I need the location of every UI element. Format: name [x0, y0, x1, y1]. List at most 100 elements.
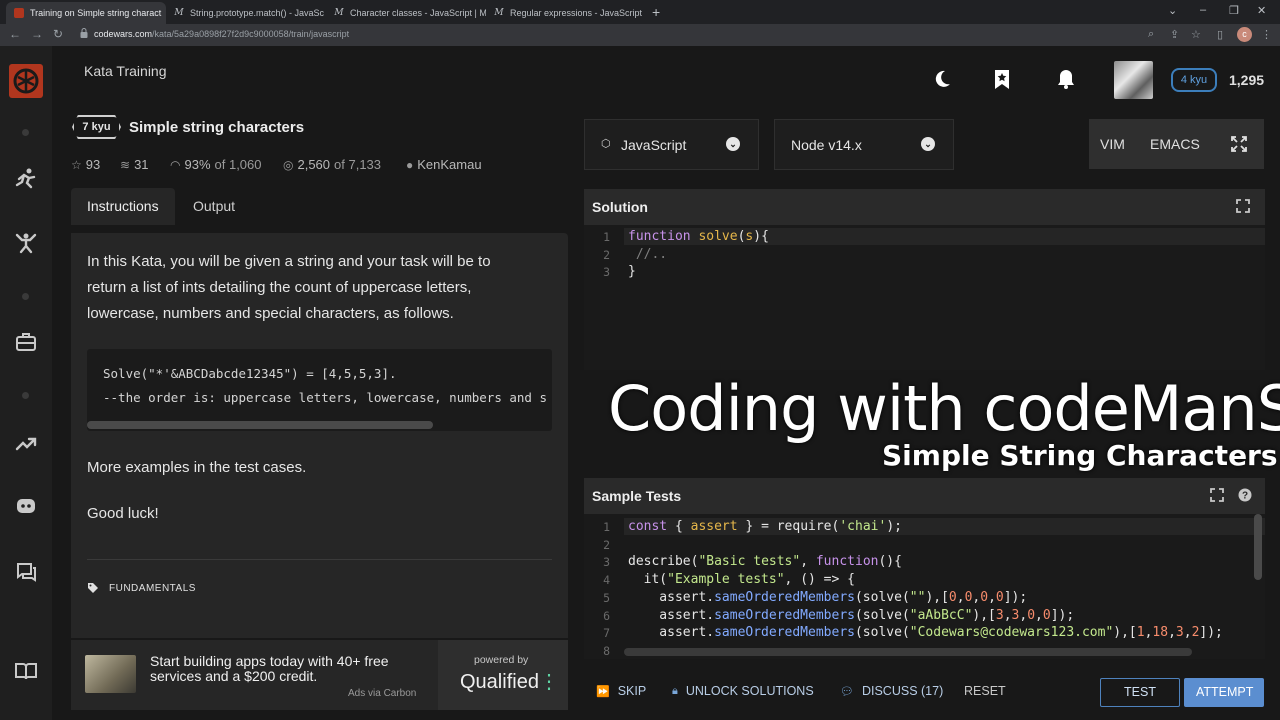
kata-stars[interactable]: ☆ 93: [71, 157, 100, 172]
new-tab-icon[interactable]: +: [652, 4, 660, 20]
solution-header: Solution: [584, 189, 1265, 225]
line-number: 5: [603, 591, 610, 605]
practice-icon[interactable]: [14, 231, 38, 255]
code-horizontal-scrollbar[interactable]: [87, 421, 433, 429]
help-icon[interactable]: ?: [1238, 488, 1252, 502]
unlock-solutions-button[interactable]: 🔒︎ UNLOCK SOLUTIONS: [672, 684, 814, 698]
qualified-sponsor[interactable]: powered by Qualified⋮: [438, 640, 568, 710]
description-line-1: In this Kata, you will be given a string…: [87, 253, 491, 270]
page-title: Kata Training: [84, 63, 167, 79]
sidebar-toggle-icon[interactable]: ▯: [1217, 28, 1223, 41]
reload-icon[interactable]: ↻: [53, 27, 63, 41]
brand-name: Qualified: [460, 671, 539, 693]
test-code-line-5: assert.sameOrderedMembers(solve(""),[0,0…: [628, 590, 1028, 605]
bookmarks-icon[interactable]: [991, 68, 1013, 90]
user-rank-badge[interactable]: 4 kyu: [1171, 68, 1217, 92]
reset-button[interactable]: RESET: [964, 684, 1006, 698]
url-domain: codewars.com: [94, 29, 153, 39]
tests-vertical-scrollbar[interactable]: [1254, 514, 1262, 580]
completed-count: 2,560: [297, 157, 331, 172]
expand-solution-icon[interactable]: [1236, 199, 1250, 213]
minimize-icon[interactable]: –: [1200, 4, 1206, 16]
address-bar: ← → ↻ codewars.com/kata/5a29a0898f27f2d9…: [0, 24, 1280, 46]
ads-via-carbon[interactable]: Ads via Carbon: [348, 688, 416, 699]
browser-tab-2[interactable]: M String.prototype.match() - JavaSc ✕: [166, 2, 326, 24]
zoom-icon[interactable]: ⌕: [1148, 28, 1154, 41]
docs-book-icon[interactable]: [14, 659, 38, 683]
user-avatar[interactable]: [1114, 61, 1153, 99]
tests-horizontal-scrollbar[interactable]: [624, 648, 1192, 656]
discuss-button[interactable]: 💬︎ DISCUSS (17): [840, 684, 943, 698]
language-select[interactable]: ⬡ JavaScript ⌄: [584, 119, 759, 170]
kata-title: Simple string characters: [129, 119, 305, 136]
description-line-2: return a list of ints detailing the coun…: [87, 279, 472, 296]
tab-title: Training on Simple string charact: [30, 8, 162, 18]
line-number: 4: [603, 573, 610, 587]
more-examples-text: More examples in the test cases.: [87, 459, 307, 476]
hexagon-icon: ⬡: [601, 138, 611, 150]
line-number: 2: [603, 538, 610, 552]
carbon-ad[interactable]: Start building apps today with 40+ free …: [71, 640, 568, 710]
tab-output[interactable]: Output: [177, 188, 251, 225]
tag-fundamentals[interactable]: FUNDAMENTALS: [87, 582, 196, 594]
line-number: 1: [603, 230, 610, 244]
test-code-line-3: describe("Basic tests", function(){: [628, 554, 902, 569]
training-icon[interactable]: [14, 167, 38, 191]
unlock-icon: 🔒︎: [672, 684, 678, 697]
kata-collections[interactable]: ≋ 31: [120, 157, 149, 172]
author-name: KenKamau: [417, 157, 482, 172]
briefcase-icon[interactable]: [14, 330, 38, 354]
tab-title: Regular expressions - JavaScript: [510, 8, 643, 18]
browser-tab-3[interactable]: M Character classes - JavaScript | M ✕: [326, 2, 486, 24]
editor-mode-group: VIM EMACS: [1089, 119, 1214, 169]
video-overlay-title: Coding with codeManS: [608, 372, 1280, 445]
completed-total: of 7,133: [334, 157, 382, 172]
emacs-button[interactable]: EMACS: [1150, 119, 1200, 169]
language-value: JavaScript: [621, 137, 687, 153]
test-code-line-1: const { assert } = require('chai');: [628, 519, 902, 534]
profile-avatar[interactable]: c: [1237, 27, 1252, 42]
maximize-icon[interactable]: ❐: [1229, 4, 1239, 17]
fullscreen-icon: [1231, 136, 1247, 152]
kata-author[interactable]: ● KenKamau: [406, 157, 482, 172]
runtime-select[interactable]: Node v14.x ⌄: [774, 119, 954, 170]
layers-icon: ≋: [120, 157, 131, 172]
tab-instructions[interactable]: Instructions: [71, 188, 175, 225]
browser-tab-1[interactable]: Training on Simple string charact ✕: [6, 2, 166, 24]
discussion-icon[interactable]: [14, 560, 38, 584]
line-number: 2: [603, 248, 610, 262]
mdn-favicon-icon: M: [494, 8, 504, 18]
mdn-favicon-icon: M: [334, 8, 344, 18]
solution-editor[interactable]: 1 2 3 function solve(s){ //.. }: [584, 225, 1265, 370]
attempt-button[interactable]: ATTEMPT: [1184, 678, 1264, 707]
video-overlay-subtitle: Simple String Characters: [882, 439, 1278, 472]
bookmark-star-icon[interactable]: ☆: [1191, 28, 1201, 41]
leaderboard-trend-icon[interactable]: [14, 431, 38, 455]
star-icon: ☆: [71, 157, 82, 172]
discord-icon[interactable]: [14, 494, 38, 518]
browser-menu-icon[interactable]: ⋮: [1261, 28, 1272, 41]
ad-text[interactable]: Start building apps today with 40+ free …: [150, 654, 410, 684]
tab-search-icon[interactable]: ⌄: [1168, 4, 1177, 17]
skip-forward-icon: ⏩: [596, 685, 610, 698]
forward-icon[interactable]: →: [31, 27, 43, 41]
sidebar-separator: [22, 392, 29, 399]
ad-image[interactable]: [85, 655, 136, 693]
share-icon[interactable]: ⇪: [1170, 28, 1179, 41]
skip-button[interactable]: ⏩ SKIP: [596, 684, 646, 698]
example-code-line-1: Solve("*'&ABCDabcde12345") = [4,5,5,3].: [103, 366, 397, 381]
url-field[interactable]: codewars.com/kata/5a29a0898f27f2d9c90000…: [94, 29, 349, 39]
sample-tests-editor[interactable]: 1 2 3 4 5 6 7 8 const { assert } = requi…: [584, 514, 1265, 659]
expand-tests-icon[interactable]: [1210, 488, 1224, 502]
url-path: /kata/5a29a0898f27f2d9c9000058/train/jav…: [152, 29, 350, 39]
close-window-icon[interactable]: ✕: [1257, 4, 1266, 17]
notifications-bell-icon[interactable]: [1055, 68, 1077, 90]
dark-mode-moon-icon[interactable]: [931, 68, 953, 90]
vim-button[interactable]: VIM: [1100, 119, 1125, 169]
codewars-logo-icon[interactable]: [9, 64, 43, 98]
test-button[interactable]: TEST: [1100, 678, 1180, 707]
description-line-3: lowercase, numbers and special character…: [87, 305, 454, 322]
fullscreen-button[interactable]: [1214, 119, 1264, 169]
browser-tab-4[interactable]: M Regular expressions - JavaScript ✕: [486, 2, 646, 24]
back-icon[interactable]: ←: [9, 27, 21, 41]
